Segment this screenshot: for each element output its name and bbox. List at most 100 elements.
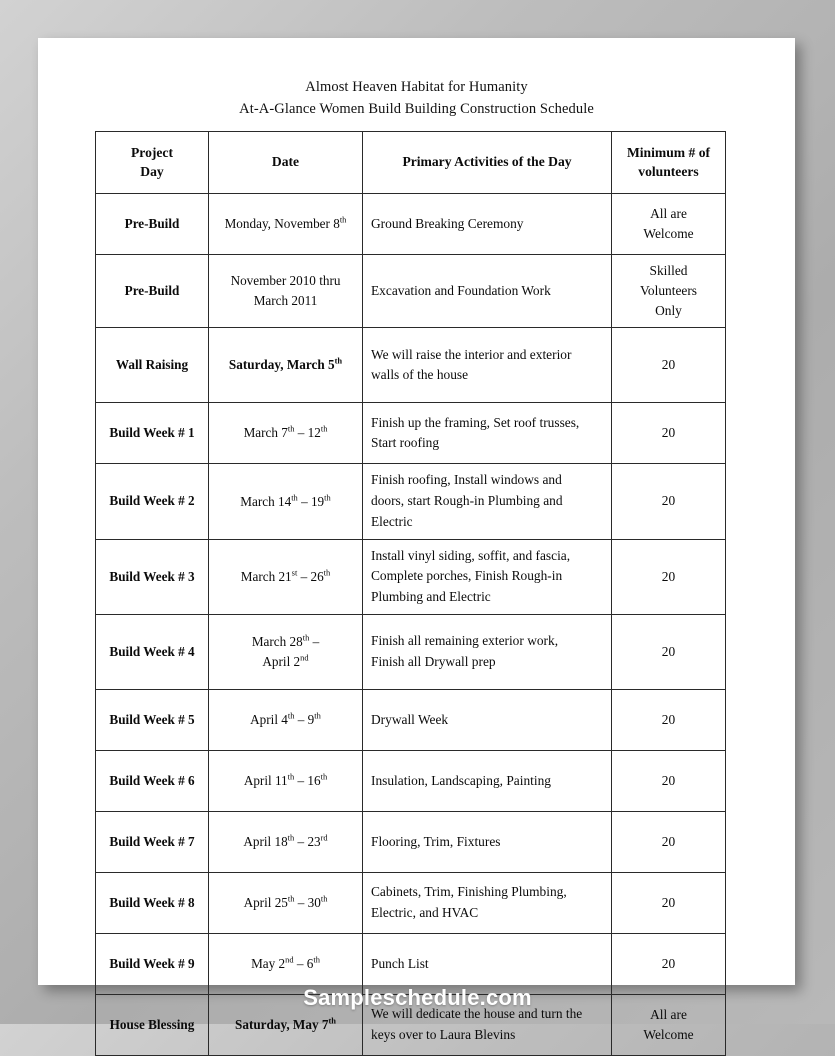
column-header-volunteers-line1: Minimum # of xyxy=(626,145,711,161)
cell-date: Saturday, March 5th xyxy=(208,327,363,404)
volunteers-line: Volunteers xyxy=(639,283,698,299)
activity-line: Ground Breaking Ceremony xyxy=(371,215,524,231)
column-header-activities: Primary Activities of the Day xyxy=(362,131,612,194)
cell-date: March 14th – 19th xyxy=(208,463,363,540)
activity-line: Cabinets, Trim, Finishing Plumbing, xyxy=(371,884,567,900)
cell-primary-activities: Install vinyl siding, soffit, and fascia… xyxy=(362,538,612,615)
cell-project-day: Pre-Build xyxy=(95,193,209,255)
cell-primary-activities: Finish all remaining exterior work, Finis… xyxy=(362,613,612,690)
volunteers-line: 20 xyxy=(661,643,676,659)
construction-schedule-table: Project Day Date Primary Activities of t… xyxy=(95,131,726,1056)
volunteers-line: 20 xyxy=(661,711,676,727)
site-watermark: Sampleschedule.com xyxy=(303,985,532,1010)
cell-primary-activities: We will raise the interior and exterior w… xyxy=(362,327,612,404)
cell-primary-activities: Insulation, Landscaping, Painting xyxy=(362,749,612,812)
volunteers-line: 20 xyxy=(661,833,676,849)
cell-date: March 7th – 12th xyxy=(208,402,363,465)
activity-line: Flooring, Trim, Fixtures xyxy=(371,833,501,849)
activity-line: Complete porches, Finish Rough-in xyxy=(371,568,563,584)
table-row: Build Week # 8 April 25th – 30th Cabinets,… xyxy=(95,871,726,934)
activity-line: Plumbing and Electric xyxy=(371,589,491,605)
cell-minimum-volunteers: All are Welcome xyxy=(611,193,726,255)
column-header-project-day-line2: Day xyxy=(140,163,164,179)
cell-project-day: Build Week # 5 xyxy=(95,688,209,751)
activity-line: Start roofing xyxy=(371,435,440,451)
activity-line: Electric, and HVAC xyxy=(371,904,479,920)
cell-date: April 25th – 30th xyxy=(208,871,363,934)
table-row: Pre-Build November 2010 thru March 2011 Exc… xyxy=(95,253,726,329)
cell-primary-activities: Finish up the framing, Set roof trusses,… xyxy=(362,402,612,465)
cell-project-day: Build Week # 2 xyxy=(95,463,209,540)
activity-line: keys over to Laura Blevins xyxy=(371,1026,516,1042)
cell-date: April 11th – 16th xyxy=(208,749,363,812)
volunteers-line: 20 xyxy=(661,425,676,441)
column-header-project-day-line1: Project xyxy=(130,145,173,161)
activity-line: Insulation, Landscaping, Painting xyxy=(371,772,552,788)
cell-minimum-volunteers: 20 xyxy=(611,402,726,465)
cell-primary-activities: Excavation and Foundation Work xyxy=(362,253,612,329)
volunteers-line: 20 xyxy=(661,568,676,584)
cell-primary-activities: Drywall Week xyxy=(362,688,612,751)
column-header-volunteers-line2: volunteers xyxy=(638,163,699,179)
cell-date: April 4th – 9th xyxy=(208,688,363,751)
activity-line: Electric xyxy=(371,513,413,529)
title-line-1: Almost Heaven Habitat for Humanity xyxy=(305,79,528,95)
volunteers-line: Skilled xyxy=(649,263,688,278)
cell-date: November 2010 thru March 2011 xyxy=(208,253,363,329)
cell-minimum-volunteers: 20 xyxy=(611,327,726,404)
table-row: Build Week # 5 April 4th – 9th Drywall Wee… xyxy=(95,688,726,751)
cell-project-day: Build Week # 1 xyxy=(95,402,209,465)
cell-minimum-volunteers: 20 xyxy=(611,613,726,690)
cell-primary-activities: Finish roofing, Install windows and doors… xyxy=(362,463,612,540)
cell-project-day: Build Week # 6 xyxy=(95,749,209,812)
document-page: Almost Heaven Habitat for Humanity At-A-… xyxy=(38,38,795,1056)
table-row: Build Week # 4 March 28th – April 2nd Finis… xyxy=(95,613,726,690)
cell-minimum-volunteers: Skilled Volunteers Only xyxy=(611,253,726,329)
cell-project-day: Build Week # 4 xyxy=(95,613,209,690)
activity-line: walls of the house xyxy=(371,367,469,383)
cell-minimum-volunteers: 20 xyxy=(611,688,726,751)
volunteers-line: Welcome xyxy=(643,1026,694,1042)
volunteers-line: 20 xyxy=(661,955,676,971)
cell-project-day: Pre-Build xyxy=(95,253,209,329)
column-header-project-day: Project Day xyxy=(95,131,209,194)
cell-date: March 21st – 26th xyxy=(208,538,363,615)
page-title: Almost Heaven Habitat for Humanity At-A-… xyxy=(38,38,795,121)
activity-line: Finish all remaining exterior work, xyxy=(371,633,559,649)
activity-line: Punch List xyxy=(371,955,429,971)
cell-minimum-volunteers: 20 xyxy=(611,810,726,873)
title-line-2: At-A-Glance Women Build Building Constru… xyxy=(239,101,594,118)
cell-minimum-volunteers: 20 xyxy=(611,463,726,540)
table-row: Build Week # 7 April 18th – 23rd Flooring,… xyxy=(95,810,726,873)
schedule-table-container: Project Day Date Primary Activities of t… xyxy=(95,131,726,1056)
cell-primary-activities: Flooring, Trim, Fixtures xyxy=(362,810,612,873)
volunteers-line: All are xyxy=(650,205,687,221)
activity-line: doors, start Rough-in Plumbing and xyxy=(371,493,563,509)
cell-project-day: Wall Raising xyxy=(95,327,209,404)
cell-project-day: Build Week # 8 xyxy=(95,871,209,934)
cell-primary-activities: Cabinets, Trim, Finishing Plumbing, Elect… xyxy=(362,871,612,934)
activity-line: Drywall Week xyxy=(371,711,449,727)
cell-minimum-volunteers: 20 xyxy=(611,749,726,812)
cell-primary-activities: Ground Breaking Ceremony xyxy=(362,193,612,255)
cell-minimum-volunteers: 20 xyxy=(611,871,726,934)
cell-date: April 18th – 23rd xyxy=(208,810,363,873)
activity-line: Finish all Drywall prep xyxy=(371,653,496,669)
volunteers-line: 20 xyxy=(661,493,676,509)
table-body: Pre-Build Monday, November 8th Ground Brea… xyxy=(95,193,726,1056)
cell-date: Monday, November 8th xyxy=(208,193,363,255)
cell-project-day: Build Week # 3 xyxy=(95,538,209,615)
table-row: Build Week # 6 April 11th – 16th Insulatio… xyxy=(95,749,726,812)
cell-project-day: Build Week # 7 xyxy=(95,810,209,873)
column-header-date: Date xyxy=(208,131,363,194)
activity-line: Finish up the framing, Set roof trusses, xyxy=(371,414,580,430)
cell-date: March 28th – April 2nd xyxy=(208,613,363,690)
activity-line: Finish roofing, Install windows and xyxy=(371,472,562,488)
table-row: Build Week # 3 March 21st – 26th Install v… xyxy=(95,538,726,615)
activity-line: We will raise the interior and exterior xyxy=(371,346,572,362)
column-header-volunteers: Minimum # of volunteers xyxy=(611,131,726,194)
table-header-row: Project Day Date Primary Activities of t… xyxy=(95,131,726,194)
volunteers-line: 20 xyxy=(661,894,676,910)
table-row: Build Week # 1 March 7th – 12th Finish up … xyxy=(95,402,726,465)
volunteers-line: Only xyxy=(655,303,682,319)
